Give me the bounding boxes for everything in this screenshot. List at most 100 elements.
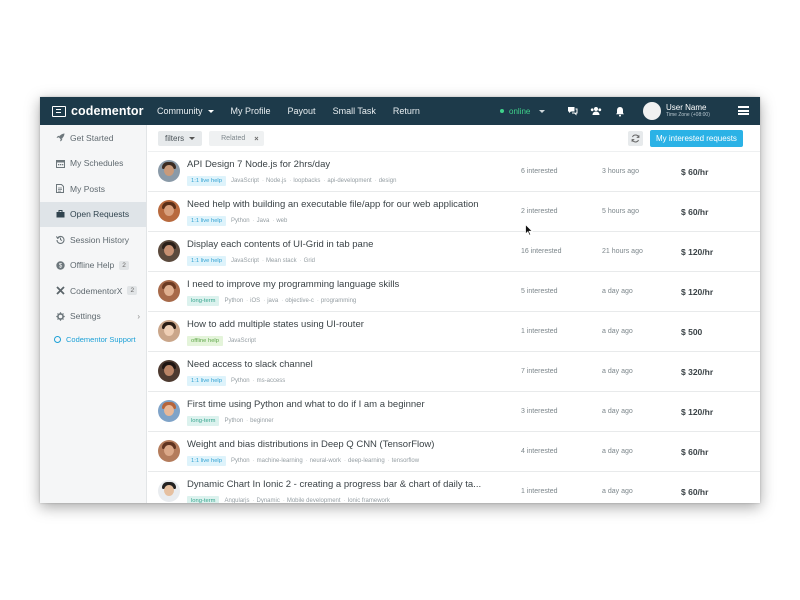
chevron-down-icon — [189, 136, 196, 140]
tag[interactable]: Java — [257, 218, 270, 224]
request-title[interactable]: API Design 7 Node.js for 2hrs/day — [187, 159, 330, 170]
sidebar: Get Started My Schedules My Posts Open R… — [40, 125, 147, 503]
request-title[interactable]: First time using Python and what to do i… — [187, 399, 425, 410]
sidebar-item-offline-help[interactable]: $ Offline Help 2 — [40, 253, 146, 279]
tag[interactable]: Python — [224, 418, 243, 424]
request-row[interactable]: API Design 7 Node.js for 2hrs/day 1:1 liv… — [148, 152, 760, 192]
tag[interactable]: loopbacks — [293, 178, 320, 184]
mouse-cursor-icon — [525, 224, 533, 236]
sidebar-item-my-schedules[interactable]: My Schedules — [40, 151, 146, 177]
filters-dropdown[interactable]: filters — [158, 130, 203, 146]
avatar[interactable] — [158, 480, 180, 502]
tag[interactable]: Python — [231, 218, 250, 224]
avatar[interactable] — [158, 440, 180, 462]
tag[interactable]: web — [276, 218, 287, 224]
avatar[interactable] — [158, 400, 180, 422]
tag[interactable]: tensorflow — [392, 458, 419, 464]
sidebar-item-settings[interactable]: Settings › — [40, 304, 146, 330]
request-title[interactable]: Need help with building an executable fi… — [187, 199, 479, 210]
user-avatar[interactable] — [643, 102, 661, 120]
request-row[interactable]: Need help with building an executable fi… — [148, 192, 760, 232]
sidebar-item-label: CodementorX — [70, 285, 123, 296]
request-type-badge: long-term — [187, 296, 220, 306]
tag[interactable]: JavaScript — [228, 338, 256, 344]
tag[interactable]: machine-learning — [257, 458, 303, 464]
tag[interactable]: deep-learning — [348, 458, 385, 464]
status-selector[interactable]: online — [500, 106, 546, 116]
request-price: $ 120/hr — [681, 247, 714, 257]
tag[interactable]: Python — [224, 298, 243, 304]
request-title[interactable]: I need to improve my programming languag… — [187, 279, 399, 290]
tag[interactable]: Ionic framework — [348, 498, 390, 503]
nav-return[interactable]: Return — [393, 106, 420, 116]
request-row[interactable]: First time using Python and what to do i… — [148, 392, 760, 432]
tag-separator: · — [323, 178, 326, 184]
users-icon[interactable] — [590, 105, 602, 117]
hamburger-icon[interactable] — [738, 106, 749, 115]
tag[interactable]: neural-work — [310, 458, 341, 464]
tag[interactable]: JavaScript — [231, 178, 259, 184]
avatar[interactable] — [158, 280, 180, 302]
request-tags: 1:1 live help JavaScript · Mean stack · Grid — [187, 256, 317, 266]
codementor-support-link[interactable]: Codementor Support — [40, 335, 146, 344]
tag[interactable]: Python — [231, 378, 250, 384]
user-name[interactable]: User Name — [666, 103, 706, 112]
sidebar-item-session-history[interactable]: Session History — [40, 227, 146, 253]
chat-icon[interactable] — [566, 105, 578, 117]
refresh-button[interactable] — [628, 131, 643, 146]
tag[interactable]: programming — [321, 298, 356, 304]
request-tags: 1:1 live help Python · Java · web — [187, 216, 289, 226]
tag-separator: · — [272, 218, 275, 224]
tag[interactable]: api-development — [327, 178, 371, 184]
tag[interactable]: design — [379, 178, 397, 184]
request-price: $ 60/hr — [681, 207, 709, 217]
status-label: online — [509, 106, 531, 116]
tag[interactable]: objective-c — [285, 298, 314, 304]
avatar[interactable] — [158, 160, 180, 182]
tag[interactable]: Dynamic — [257, 498, 280, 503]
history-icon — [55, 235, 65, 245]
request-row[interactable]: How to add multiple states using UI-rout… — [148, 312, 760, 352]
avatar[interactable] — [158, 320, 180, 342]
my-interested-requests-button[interactable]: My interested requests — [650, 130, 743, 147]
sidebar-item-get-started[interactable]: Get Started — [40, 125, 146, 151]
interested-count: 3 interested — [521, 408, 558, 415]
request-row[interactable]: I need to improve my programming languag… — [148, 272, 760, 312]
close-icon[interactable]: × — [254, 134, 258, 143]
nav-small-task[interactable]: Small Task — [333, 106, 376, 116]
tag[interactable]: Node.js — [266, 178, 286, 184]
request-row[interactable]: Display each contents of UI-Grid in tab … — [148, 232, 760, 272]
nav-community[interactable]: Community — [157, 106, 214, 116]
request-row[interactable]: Need access to slack channel 1:1 live hel… — [148, 352, 760, 392]
sidebar-item-open-requests[interactable]: Open Requests — [40, 201, 146, 227]
tag[interactable]: ms-access — [257, 378, 286, 384]
avatar[interactable] — [158, 200, 180, 222]
request-title[interactable]: Weight and bias distributions in Deep Q … — [187, 439, 434, 450]
tag-separator: · — [246, 418, 249, 424]
sidebar-item-my-posts[interactable]: My Posts — [40, 176, 146, 202]
tag[interactable]: Python — [231, 458, 250, 464]
tag[interactable]: Mobile development — [287, 498, 341, 503]
nav-my-profile[interactable]: My Profile — [231, 106, 271, 116]
request-title[interactable]: How to add multiple states using UI-rout… — [187, 319, 364, 330]
avatar[interactable] — [158, 360, 180, 382]
request-title[interactable]: Need access to slack channel — [187, 359, 313, 370]
tag[interactable]: java — [267, 298, 278, 304]
nav-payout[interactable]: Payout — [288, 106, 316, 116]
rocket-icon — [55, 133, 65, 143]
bell-icon[interactable] — [614, 105, 626, 117]
request-row[interactable]: Dynamic Chart In Ionic 2 - creating a pr… — [148, 472, 760, 503]
codementor-logo[interactable]: codementor — [52, 104, 152, 118]
sidebar-item-codementorx[interactable]: CodementorX 2 — [40, 278, 146, 304]
avatar[interactable] — [158, 240, 180, 262]
request-title[interactable]: Dynamic Chart In Ionic 2 - creating a pr… — [187, 479, 481, 490]
tag[interactable]: beginner — [250, 418, 273, 424]
request-row[interactable]: Weight and bias distributions in Deep Q … — [148, 432, 760, 472]
tag-separator: · — [252, 218, 255, 224]
tag[interactable]: JavaScript — [231, 258, 259, 264]
request-title[interactable]: Display each contents of UI-Grid in tab … — [187, 239, 373, 250]
tag[interactable]: Mean stack — [266, 258, 297, 264]
tag[interactable]: iOS — [250, 298, 260, 304]
tag[interactable]: Grid — [304, 258, 315, 264]
tag[interactable]: Angularjs — [224, 498, 249, 503]
